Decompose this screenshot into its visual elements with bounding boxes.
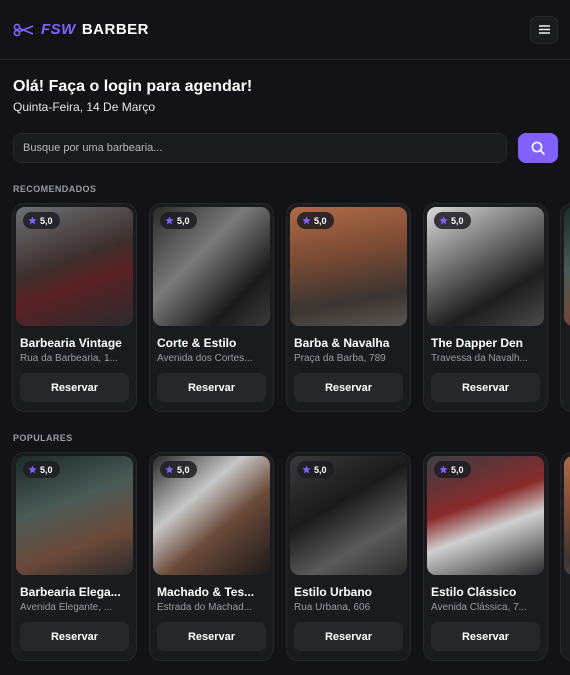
barbershop-name: Corte & Estilo xyxy=(157,336,237,350)
menu-button[interactable] xyxy=(530,15,558,44)
popular-list: 5,0 Barbearia Elega... Avenida Elegante,… xyxy=(0,452,570,661)
barbershop-image: 5,0 xyxy=(290,456,407,575)
barbershop-address: Praça da Barba, 789 xyxy=(294,353,386,364)
logo-barber-text: BARBER xyxy=(81,21,149,38)
logo-fsw-text: FSW xyxy=(41,21,76,38)
search-button[interactable] xyxy=(518,133,558,163)
barbershop-name: Estilo Urbano xyxy=(294,585,373,599)
recommended-list: 5,0 Barbearia Vintage Rua da Barbearia, … xyxy=(0,203,570,412)
barbershop-address: Travessa da Navalh... xyxy=(431,353,528,364)
search-icon xyxy=(531,141,545,155)
rating-badge: 5,0 xyxy=(434,212,471,229)
rating-value: 5,0 xyxy=(451,215,464,226)
barbershop-image xyxy=(564,207,570,326)
star-icon xyxy=(165,216,174,225)
barbershop-card[interactable]: 5,0 Barbearia Vintage Rua da Barbearia, … xyxy=(12,203,137,412)
rating-badge: 5,0 xyxy=(297,212,334,229)
greeting-title: Olá! Faça o login para agendar! xyxy=(13,78,253,95)
reserve-button[interactable]: Reservar xyxy=(431,622,540,651)
barbershop-card[interactable]: 5,0 Machado & Tes... Estrada do Machad..… xyxy=(149,452,274,661)
header: FSW BARBER xyxy=(0,0,570,60)
barbershop-address: Avenida Elegante, ... xyxy=(20,602,113,613)
star-icon xyxy=(302,216,311,225)
barbershop-image xyxy=(564,456,570,575)
barbershop-name: Estilo Clássico xyxy=(431,585,517,599)
rating-value: 5,0 xyxy=(40,215,53,226)
barbershop-name: The Dapper Den xyxy=(431,336,524,350)
barbershop-card[interactable]: 5,0 Corte & Estilo Avenida dos Cortes...… xyxy=(149,203,274,412)
barbershop-name: Barbearia Elega... xyxy=(20,585,121,599)
barbershop-card[interactable]: 5,0 Barbearia Elega... Avenida Elegante,… xyxy=(12,452,137,661)
greeting: Olá! Faça o login para agendar! Quinta-F… xyxy=(0,60,570,114)
star-icon xyxy=(28,465,37,474)
rating-value: 5,0 xyxy=(314,464,327,475)
barbershop-card-partial[interactable] xyxy=(560,203,570,412)
rating-badge: 5,0 xyxy=(297,461,334,478)
barbershop-address: Avenida Clássica, 7... xyxy=(431,602,527,613)
barbershop-image: 5,0 xyxy=(16,207,133,326)
barbershop-address: Avenida dos Cortes... xyxy=(157,353,253,364)
rating-value: 5,0 xyxy=(451,464,464,475)
barbershop-card[interactable]: 5,0 Barba & Navalha Praça da Barba, 789 … xyxy=(286,203,411,412)
reserve-button[interactable]: Reservar xyxy=(431,373,540,402)
reserve-button[interactable]: Reservar xyxy=(20,622,129,651)
barbershop-name: Machado & Tes... xyxy=(157,585,255,599)
recommended-title: RECOMENDADOS xyxy=(13,184,97,194)
barbershop-image: 5,0 xyxy=(427,207,544,326)
reserve-button[interactable]: Reservar xyxy=(20,373,129,402)
star-icon xyxy=(165,465,174,474)
rating-badge: 5,0 xyxy=(160,212,197,229)
rating-value: 5,0 xyxy=(177,464,190,475)
popular-title: POPULARES xyxy=(13,433,73,443)
star-icon xyxy=(439,216,448,225)
barbershop-address: Rua da Barbearia, 1... xyxy=(20,353,118,364)
logo[interactable]: FSW BARBER xyxy=(13,21,149,38)
rating-badge: 5,0 xyxy=(23,212,60,229)
barbershop-image: 5,0 xyxy=(427,456,544,575)
barbershop-name: Barba & Navalha xyxy=(294,336,390,350)
menu-icon xyxy=(538,25,550,34)
scissors-icon xyxy=(13,23,34,36)
rating-value: 5,0 xyxy=(177,215,190,226)
barbershop-card[interactable]: 5,0 The Dapper Den Travessa da Navalh...… xyxy=(423,203,548,412)
rating-value: 5,0 xyxy=(314,215,327,226)
rating-badge: 5,0 xyxy=(160,461,197,478)
barbershop-card[interactable]: 5,0 Estilo Clássico Avenida Clássica, 7.… xyxy=(423,452,548,661)
reserve-button[interactable]: Reservar xyxy=(294,622,403,651)
rating-badge: 5,0 xyxy=(23,461,60,478)
reserve-button[interactable]: Reservar xyxy=(157,373,266,402)
current-date: Quinta-Feira, 14 De Março xyxy=(13,100,156,114)
star-icon xyxy=(302,465,311,474)
barbershop-image: 5,0 xyxy=(153,456,270,575)
rating-badge: 5,0 xyxy=(434,461,471,478)
barbershop-image: 5,0 xyxy=(290,207,407,326)
barbershop-name: Barbearia Vintage xyxy=(20,336,122,350)
barbershop-card-partial[interactable] xyxy=(560,452,570,661)
reserve-button[interactable]: Reservar xyxy=(294,373,403,402)
search-input[interactable] xyxy=(13,133,507,163)
search-bar xyxy=(0,114,570,163)
rating-value: 5,0 xyxy=(40,464,53,475)
barbershop-card[interactable]: 5,0 Estilo Urbano Rua Urbana, 606 Reserv… xyxy=(286,452,411,661)
star-icon xyxy=(28,216,37,225)
barbershop-address: Rua Urbana, 606 xyxy=(294,602,371,613)
barbershop-image: 5,0 xyxy=(16,456,133,575)
barbershop-address: Estrada do Machad... xyxy=(157,602,253,613)
reserve-button[interactable]: Reservar xyxy=(157,622,266,651)
barbershop-image: 5,0 xyxy=(153,207,270,326)
star-icon xyxy=(439,465,448,474)
